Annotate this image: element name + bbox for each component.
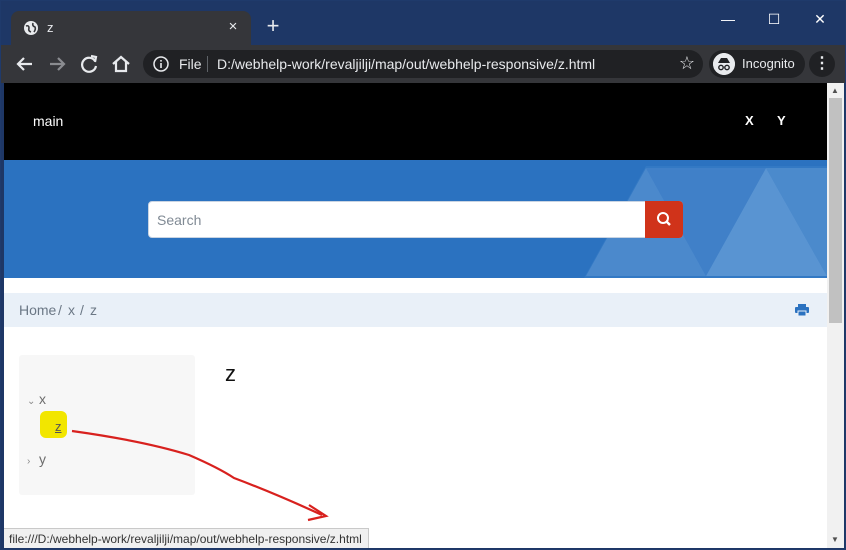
url-scheme-label: File [179, 56, 202, 72]
url-text[interactable]: D:/webhelp-work/revaljilji/map/out/webhe… [217, 56, 595, 72]
incognito-label: Incognito [742, 56, 795, 71]
close-window-button[interactable]: ✕ [797, 7, 843, 31]
browser-toolbar: File D:/webhelp-work/revaljilji/map/out/… [1, 45, 845, 83]
browser-window: z × + — ☐ ✕ File D:/webhelp-work/revalji… [0, 0, 846, 550]
globe-icon [24, 21, 38, 35]
star-icon[interactable]: ☆ [679, 53, 695, 74]
kebab-menu-icon[interactable]: ⋮ [809, 51, 835, 77]
incognito-icon [713, 53, 735, 75]
new-tab-button[interactable]: + [263, 15, 283, 37]
omnibox-divider [207, 56, 208, 72]
back-icon[interactable] [13, 52, 37, 76]
tab-title: z [47, 20, 54, 35]
reload-icon[interactable] [77, 52, 101, 76]
tab-close-icon[interactable]: × [223, 17, 243, 37]
info-icon[interactable] [153, 56, 169, 72]
minimize-button[interactable]: — [705, 7, 751, 31]
address-bar[interactable]: File D:/webhelp-work/revaljilji/map/out/… [143, 50, 703, 78]
scrollbar-thumb[interactable] [829, 98, 842, 323]
browser-tab[interactable]: z × [11, 11, 251, 45]
maximize-button[interactable]: ☐ [751, 7, 797, 31]
annotation-arrow [71, 429, 329, 522]
home-icon[interactable] [109, 52, 133, 76]
incognito-badge[interactable]: Incognito [709, 50, 805, 78]
status-bar-url: file:///D:/webhelp-work/revaljilji/map/o… [4, 528, 369, 548]
scroll-down-arrow[interactable]: ▼ [831, 535, 839, 544]
forward-icon[interactable] [45, 52, 69, 76]
tab-strip: z × + — ☐ ✕ [1, 1, 845, 45]
vertical-scrollbar[interactable]: ▲ ▼ [827, 83, 844, 548]
page-viewport: main X Y Hom [4, 83, 827, 548]
scroll-up-arrow[interactable]: ▲ [831, 86, 839, 95]
